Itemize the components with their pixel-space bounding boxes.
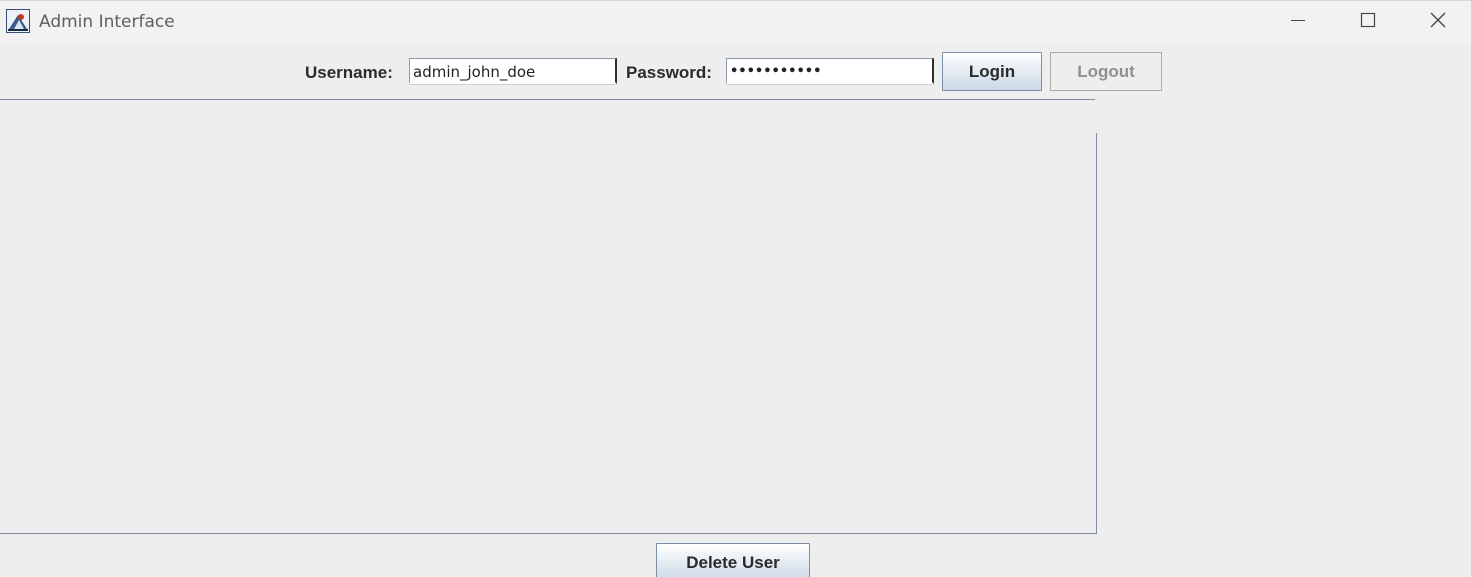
user-list-panel[interactable] [0,99,1098,534]
username-field[interactable]: admin_john_doe [409,58,617,84]
panel-edge [1095,99,1098,133]
password-value: ••••••••••• [730,64,822,79]
minimize-button[interactable] [1263,1,1333,44]
username-value: admin_john_doe [413,63,536,81]
delete-user-button[interactable]: Delete User [656,543,810,577]
java-coffee-icon [6,9,30,33]
maximize-button[interactable] [1333,1,1403,44]
password-field[interactable]: ••••••••••• [726,58,934,84]
title-bar[interactable]: Admin Interface [0,1,1471,44]
close-icon [1429,11,1447,34]
password-label: Password: [626,63,712,82]
close-button[interactable] [1403,1,1471,44]
logout-button[interactable]: Logout [1050,52,1162,91]
minimize-icon [1290,12,1306,33]
login-button[interactable]: Login [942,52,1042,91]
username-label: Username: [305,63,393,82]
maximize-icon [1360,12,1376,33]
window-title: Admin Interface [39,12,175,32]
admin-window: Admin Interface Username: admin_john_doe… [0,0,1471,577]
